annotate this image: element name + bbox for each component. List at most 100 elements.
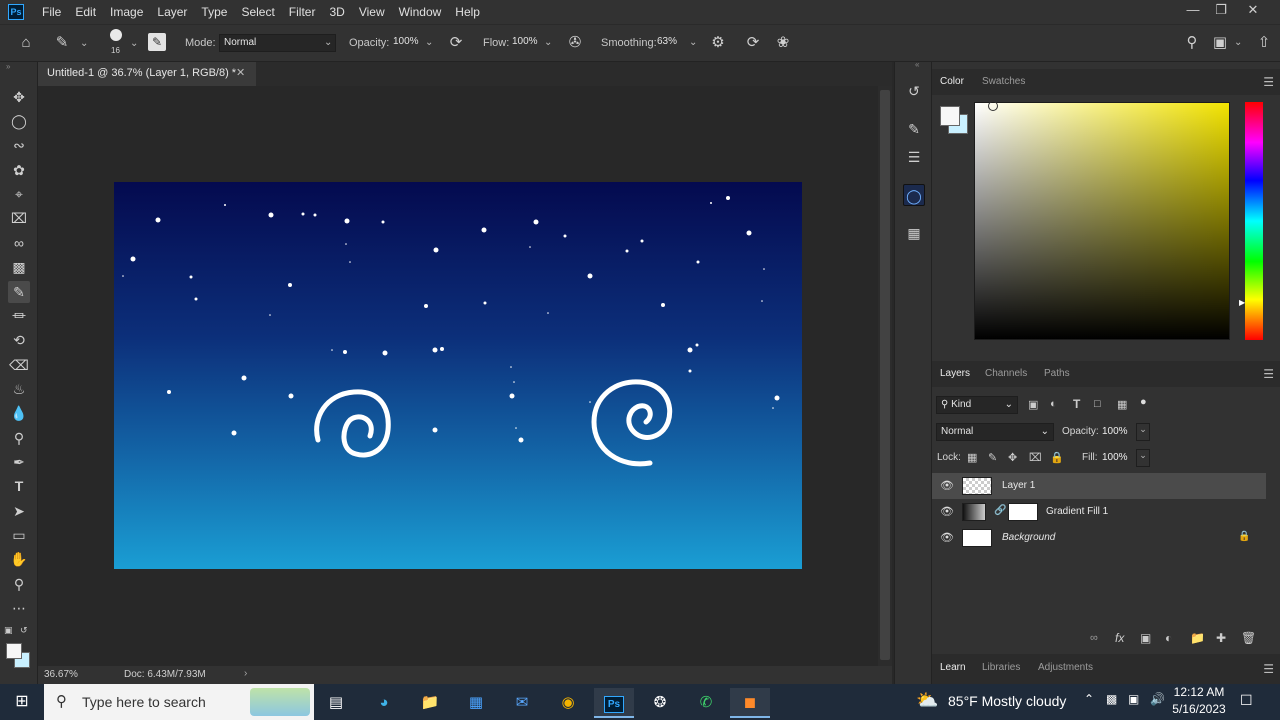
filter-pixel-icon[interactable]: ▣ xyxy=(1028,398,1038,411)
path-selection-tool-icon[interactable]: ➤ xyxy=(8,500,30,522)
camera-app-icon[interactable]: ❂ xyxy=(640,688,680,718)
new-group-icon[interactable]: 📁 xyxy=(1190,631,1205,645)
menu-select[interactable]: Select xyxy=(241,3,274,21)
layer-name[interactable]: Gradient Fill 1 xyxy=(1046,506,1108,517)
navigator-panel-icon[interactable]: ◯ xyxy=(903,184,925,206)
show-hidden-icons-icon[interactable]: ⌃ xyxy=(1084,692,1094,706)
dodge-tool-icon[interactable]: ⚲ xyxy=(8,427,30,449)
lock-position-icon[interactable]: ✥ xyxy=(1008,451,1017,464)
layer-name[interactable]: Background xyxy=(1002,532,1055,543)
task-view-icon[interactable]: ▤ xyxy=(316,688,356,718)
menu-help[interactable]: Help xyxy=(455,3,480,21)
layer-opacity-chevron-icon[interactable]: ⌄ xyxy=(1136,423,1150,441)
mode-select[interactable]: Normal xyxy=(219,34,336,52)
color-picker-cursor[interactable] xyxy=(988,101,998,111)
layer-opacity-input[interactable]: 100% xyxy=(1102,426,1128,437)
crop-tool-icon[interactable]: ⌖ xyxy=(8,183,30,205)
lock-transparent-icon[interactable]: ▦ xyxy=(967,451,977,464)
layer-row[interactable]: 👁 🔗 Gradient Fill 1 xyxy=(932,499,1266,525)
smoothing-chevron-icon[interactable]: ⌄ xyxy=(689,37,697,48)
flow-chevron-icon[interactable]: ⌄ xyxy=(544,37,552,48)
workspace-chevron-icon[interactable]: ⌄ xyxy=(1234,37,1242,48)
notifications-icon[interactable]: ☐ xyxy=(1240,692,1253,709)
default-colors-icon[interactable]: ▣ xyxy=(4,625,13,636)
weather-text[interactable]: 85°F Mostly cloudy xyxy=(948,693,1066,709)
tab-swatches[interactable]: Swatches xyxy=(982,76,1025,87)
opacity-input[interactable]: 100% xyxy=(389,34,423,52)
blur-tool-icon[interactable]: 💧 xyxy=(8,402,30,424)
clock-time[interactable]: 12:12 AM xyxy=(1164,685,1234,699)
lock-image-icon[interactable]: ✎ xyxy=(988,451,997,464)
layer-row[interactable]: 👁 Layer 1 xyxy=(932,473,1266,499)
color-panel-menu-icon[interactable]: ☰ xyxy=(1263,75,1274,89)
document-tab[interactable]: Untitled-1 @ 36.7% (Layer 1, RGB/8) * ✕ xyxy=(38,62,256,86)
file-explorer-icon[interactable]: 📁 xyxy=(410,688,450,718)
share-icon[interactable]: ⇧ xyxy=(1254,33,1274,53)
brush-settings-panel-icon[interactable]: ✎ xyxy=(903,118,925,140)
tab-paths[interactable]: Paths xyxy=(1044,368,1070,379)
adjustment-layer-icon[interactable]: ◐ xyxy=(1165,631,1172,645)
hue-slider-handle-icon[interactable]: ▶ xyxy=(1239,298,1245,307)
gear-icon[interactable]: ⚙ xyxy=(708,33,728,53)
canvas-area[interactable] xyxy=(38,86,878,666)
menu-layer[interactable]: Layer xyxy=(157,3,187,21)
status-menu-chevron-icon[interactable]: › xyxy=(244,668,247,679)
close-icon[interactable]: ✕ xyxy=(236,66,245,79)
brush-settings-icon[interactable]: ✎ xyxy=(148,33,166,51)
restore-icon[interactable]: ❐ xyxy=(1206,2,1236,18)
link-layers-icon[interactable]: ∞ xyxy=(1090,632,1098,644)
search-icon[interactable]: ⚲ xyxy=(1182,33,1202,53)
scrollbar-thumb[interactable] xyxy=(880,90,890,660)
vertical-scrollbar[interactable] xyxy=(878,86,892,666)
tab-channels[interactable]: Channels xyxy=(985,368,1027,379)
pen-tool-icon[interactable]: ✒ xyxy=(8,451,30,473)
visibility-eye-icon[interactable]: 👁 xyxy=(940,531,954,544)
layer-style-icon[interactable]: fx xyxy=(1115,631,1124,645)
color-picker-field[interactable] xyxy=(974,101,1230,340)
photoshop-taskbar-icon[interactable]: Ps xyxy=(594,688,634,718)
bottom-panel-menu-icon[interactable]: ☰ xyxy=(1263,662,1274,676)
properties-panel-icon[interactable]: ☰ xyxy=(903,146,925,168)
history-panel-icon[interactable]: ↺ xyxy=(903,80,925,102)
opacity-chevron-icon[interactable]: ⌄ xyxy=(425,37,433,48)
layer-row[interactable]: 👁 Background 🔒 xyxy=(932,525,1266,551)
pressure-size-icon[interactable]: ⟳ xyxy=(743,33,763,53)
history-brush-tool-icon[interactable]: ⟲ xyxy=(8,329,30,351)
windows-start-icon[interactable]: ⊞ xyxy=(0,684,44,720)
characters-panel-icon[interactable]: ▦ xyxy=(903,222,925,244)
menu-file[interactable]: File xyxy=(42,3,61,21)
tab-layers[interactable]: Layers xyxy=(940,368,970,379)
cloudy-weather-icon[interactable]: ⛅ xyxy=(916,690,938,711)
lock-all-icon[interactable]: 🔒 xyxy=(1050,451,1064,464)
eraser-tool-icon[interactable]: ⌫ xyxy=(8,354,30,376)
fill-input[interactable]: 100% xyxy=(1102,452,1128,463)
layers-panel-menu-icon[interactable]: ☰ xyxy=(1263,367,1274,381)
zoom-tool-icon[interactable]: ⚲ xyxy=(8,573,30,595)
tab-libraries[interactable]: Libraries xyxy=(982,662,1020,673)
document-canvas[interactable] xyxy=(114,182,802,569)
brush-preset-chevron-icon[interactable]: ⌄ xyxy=(80,38,88,49)
clone-stamp-tool-icon[interactable]: ⏛ xyxy=(8,305,30,327)
eyedropper-tool-icon[interactable]: ∞ xyxy=(8,232,30,254)
link-icon[interactable]: 🔗 xyxy=(994,505,1006,516)
recorder-app-icon[interactable]: ◼ xyxy=(730,688,770,718)
photoshop-logo[interactable]: Ps xyxy=(8,4,24,20)
visibility-eye-icon[interactable]: 👁 xyxy=(940,479,954,492)
chrome-icon[interactable]: ◉ xyxy=(548,688,588,718)
mail-icon[interactable]: ✉ xyxy=(502,688,542,718)
workspace-icon[interactable]: ▣ xyxy=(1210,33,1230,53)
toolbar-collapse-icon[interactable]: » xyxy=(6,62,10,71)
paint-bucket-tool-icon[interactable]: ♨ xyxy=(8,378,30,400)
filter-smart-object-icon[interactable]: ▦ xyxy=(1117,398,1127,411)
brush-size-chevron-icon[interactable]: ⌄ xyxy=(130,38,138,49)
microsoft-store-icon[interactable]: ▦ xyxy=(456,688,496,718)
volume-icon[interactable]: 🔊 xyxy=(1150,692,1165,706)
hue-slider[interactable]: ▶ xyxy=(1239,102,1263,340)
menu-type[interactable]: Type xyxy=(201,3,227,21)
close-icon[interactable]: ✕ xyxy=(1238,2,1268,18)
taskbar-search-input[interactable]: ⚲ Type here to search xyxy=(44,684,314,720)
brush-tool-icon[interactable]: ✎ xyxy=(8,281,30,303)
add-mask-icon[interactable]: ▣ xyxy=(1140,631,1151,645)
lasso-tool-icon[interactable]: ∾ xyxy=(8,134,30,156)
dock-collapse-icon[interactable]: « xyxy=(915,60,919,69)
